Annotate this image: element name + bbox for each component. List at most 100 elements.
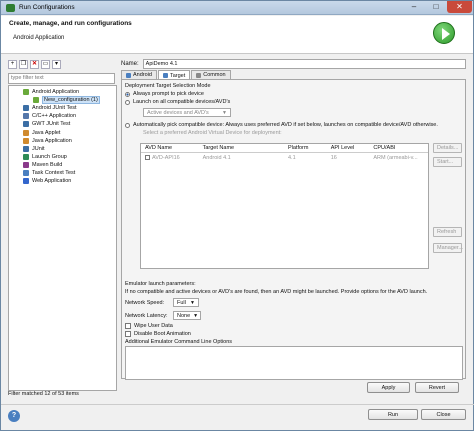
- refresh-button[interactable]: Refresh: [433, 227, 462, 237]
- title-bar: Run Configurations – □ ✕: [1, 1, 473, 15]
- minimize-button[interactable]: –: [403, 1, 425, 13]
- radio-icon[interactable]: [125, 122, 130, 128]
- close-window-button[interactable]: ✕: [447, 1, 472, 13]
- col-api-level[interactable]: API Level: [328, 145, 371, 151]
- emulator-note: If no compatible and active devices or A…: [125, 289, 428, 295]
- col-platform[interactable]: Platform: [285, 145, 328, 151]
- cell-text: 16: [330, 154, 337, 161]
- tree-item-label: Java Applet: [32, 129, 61, 136]
- tree-item-label: Task Context Test: [32, 169, 76, 176]
- target-panel: Deployment Target Selection Mode Always …: [121, 79, 466, 380]
- config-type-icon: [23, 129, 29, 136]
- banner-heading: Create, manage, and run configurations: [9, 20, 132, 27]
- tree-item[interactable]: New_configuration (1): [9, 96, 116, 105]
- tree-item[interactable]: Android JUnit Test: [9, 104, 116, 112]
- table-row[interactable]: AVD-API16 Android 4.1 4.1 16 ARM (armeab…: [141, 153, 428, 162]
- new-config-icon[interactable]: +: [8, 59, 17, 69]
- tree-item-label: Android JUnit Test: [32, 105, 77, 112]
- launch-all-combo-row: Active devices and AVD's ▼: [125, 106, 462, 119]
- tree-item[interactable]: Java Application: [9, 137, 116, 145]
- revert-button[interactable]: Revert: [415, 382, 459, 393]
- delete-icon[interactable]: ✕: [30, 59, 39, 69]
- run-button[interactable]: Run: [368, 409, 418, 420]
- option-label: Wipe User Data: [134, 323, 173, 329]
- tree-item-label: Java Application: [32, 137, 72, 144]
- tree-item[interactable]: Web Application: [9, 177, 116, 185]
- row-checkbox[interactable]: [145, 155, 150, 160]
- emulator-section: Emulator launch parameters: If no compat…: [125, 280, 463, 380]
- combo-value: Active devices and AVD's: [147, 109, 209, 116]
- section-title: Deployment Target Selection Mode: [125, 83, 211, 89]
- start-button[interactable]: Start...: [433, 157, 462, 167]
- network-speed-label: Network Speed:: [125, 299, 165, 306]
- tree-item-label: Web Application: [32, 178, 72, 185]
- tab-label: Target: [169, 72, 186, 79]
- tree-item[interactable]: Android Application: [9, 88, 116, 96]
- option-always-prompt[interactable]: Always prompt to pick device: [125, 90, 462, 98]
- filter-status: Filter matched 12 of 53 items: [8, 391, 79, 397]
- banner-subtitle: Android Application: [13, 35, 65, 41]
- config-type-icon: [23, 169, 29, 176]
- tree-item-label: JUnit: [32, 145, 45, 152]
- run-icon: [433, 22, 455, 44]
- config-editor: Name: ApiDemo 4.1 Android Target Common …: [121, 58, 466, 400]
- tab-android[interactable]: Android: [121, 70, 157, 79]
- header-banner: Create, manage, and run configurations A…: [1, 16, 473, 54]
- duplicate-icon[interactable]: ❐: [19, 59, 28, 69]
- checkbox-icon[interactable]: [125, 323, 131, 329]
- radio-icon[interactable]: [125, 99, 130, 105]
- tree-item[interactable]: Maven Build: [9, 161, 116, 169]
- avd-hint: Select a preferred Android Virtual Devic…: [143, 130, 282, 136]
- option-label: Disable Boot Animation: [134, 331, 191, 337]
- tree-item[interactable]: Task Context Test: [9, 169, 116, 177]
- window-title: Run Configurations: [19, 4, 75, 11]
- config-type-icon: [23, 89, 29, 96]
- radio-selected-icon[interactable]: [125, 91, 130, 97]
- col-cpu-abi[interactable]: CPU/ABI: [370, 145, 428, 151]
- close-button[interactable]: Close: [421, 409, 466, 420]
- tree-item[interactable]: GWT JUnit Test: [9, 120, 116, 128]
- network-speed-combo[interactable]: Full ▼: [173, 298, 199, 307]
- combo-value: Full: [177, 299, 186, 306]
- cmdline-label: Additional Emulator Command Line Options: [125, 339, 233, 345]
- help-icon[interactable]: ?: [8, 410, 20, 422]
- config-type-icon: [23, 113, 29, 120]
- disable-boot-animation-option[interactable]: Disable Boot Animation: [125, 330, 463, 338]
- filter-input[interactable]: type filter text: [8, 73, 115, 84]
- config-type-icon: [23, 161, 29, 168]
- option-auto-pick[interactable]: Automatically pick compatible device: Al…: [125, 121, 462, 129]
- config-type-icon: [23, 137, 29, 144]
- tree-item[interactable]: Java Applet: [9, 128, 116, 136]
- name-row: Name: ApiDemo 4.1: [121, 58, 466, 69]
- network-latency-combo[interactable]: None ▼: [173, 311, 201, 320]
- tree-item[interactable]: Launch Group: [9, 153, 116, 161]
- active-devices-combo[interactable]: Active devices and AVD's ▼: [143, 108, 231, 117]
- tab-common[interactable]: Common: [191, 70, 231, 79]
- apply-button[interactable]: Apply: [367, 382, 410, 393]
- tree-item[interactable]: JUnit: [9, 145, 116, 153]
- option-launch-all[interactable]: Launch on all compatible devices/AVD's: [125, 98, 462, 106]
- config-type-icon: [33, 97, 39, 104]
- tree-item-label: Launch Group: [32, 153, 67, 160]
- maximize-button[interactable]: □: [425, 1, 447, 13]
- wipe-user-data-option[interactable]: Wipe User Data: [125, 322, 463, 330]
- details-button[interactable]: Details...: [433, 143, 462, 153]
- filter-icon[interactable]: ▾: [52, 59, 61, 69]
- col-avd-name[interactable]: AVD Name: [141, 145, 200, 151]
- checkbox-icon[interactable]: [125, 331, 131, 337]
- tab-label: Android: [133, 72, 152, 78]
- manager-button[interactable]: Manager...: [433, 243, 463, 253]
- config-type-icon: [23, 105, 29, 112]
- tree-item[interactable]: C/C++ Application: [9, 112, 116, 120]
- avd-name-cell: AVD-API16: [141, 155, 200, 161]
- common-icon: [196, 72, 202, 78]
- tree-item-label: C/C++ Application: [32, 113, 77, 120]
- name-field[interactable]: ApiDemo 4.1: [142, 58, 466, 69]
- cmdline-textarea[interactable]: [125, 346, 463, 380]
- col-target-name[interactable]: Target Name: [200, 145, 285, 151]
- name-label: Name:: [121, 60, 139, 67]
- option-label: Automatically pick compatible device: Al…: [133, 122, 438, 128]
- collapse-all-icon[interactable]: ▭: [41, 59, 50, 69]
- cell-text: ARM (armeabi-v...: [373, 154, 418, 161]
- tab-label: Common: [203, 72, 226, 78]
